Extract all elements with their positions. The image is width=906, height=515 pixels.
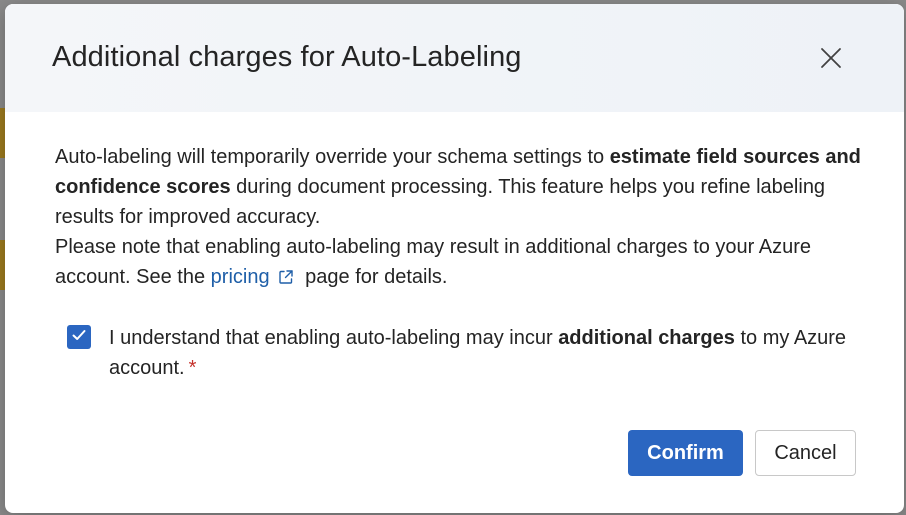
confirm-button[interactable]: Confirm (628, 430, 743, 476)
close-button[interactable] (813, 42, 849, 78)
auto-labeling-charges-dialog: Additional charges for Auto-Labeling Aut… (5, 4, 904, 513)
pricing-link[interactable]: pricing (211, 266, 270, 288)
close-icon (820, 47, 842, 74)
dialog-title: Additional charges for Auto-Labeling (52, 41, 522, 73)
acknowledge-charges-checkbox[interactable] (67, 325, 91, 349)
checkbox-label-text: I understand that enabling auto-labeling… (109, 327, 559, 349)
description-text: Auto-labeling will temporarily override … (55, 146, 610, 168)
checkbox-label-emphasis: additional charges (558, 327, 735, 349)
acknowledge-charges-label[interactable]: I understand that enabling auto-labeling… (109, 323, 849, 383)
checkmark-icon (71, 327, 87, 348)
required-indicator: * (188, 357, 197, 379)
dialog-body: Auto-labeling will temporarily override … (55, 142, 865, 294)
external-link-icon[interactable] (278, 264, 294, 294)
cancel-button[interactable]: Cancel (755, 430, 856, 476)
dialog-header: Additional charges for Auto-Labeling (5, 4, 904, 112)
charges-notice-text: page for details. (299, 266, 448, 288)
